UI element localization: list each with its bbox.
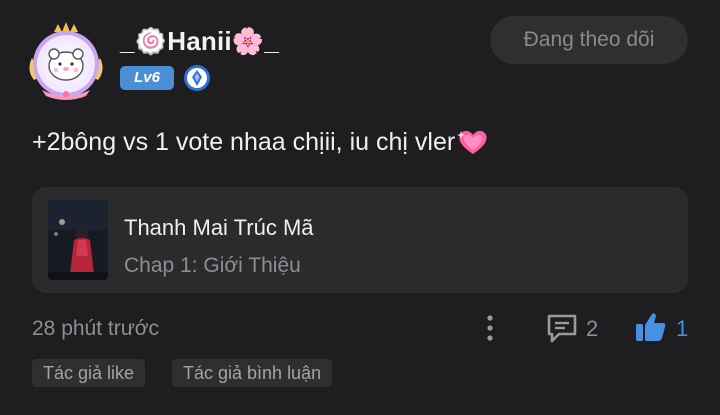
- story-chapter: Chap 1: Giới Thiệu: [124, 254, 301, 277]
- username[interactable]: _🍥Hanii🌸_: [120, 26, 279, 57]
- more-vertical-icon[interactable]: [480, 312, 500, 344]
- comment-icon: [547, 314, 577, 343]
- avatar[interactable]: [24, 20, 108, 104]
- story-card[interactable]: Thanh Mai Trúc Mã Chap 1: Giới Thiệu: [32, 187, 688, 293]
- reply-count: 2: [586, 316, 599, 341]
- avatar-frame-icon: [29, 22, 103, 100]
- sparkling-heart-icon: [457, 130, 487, 154]
- thumbs-up-icon: [636, 313, 666, 341]
- story-title: Thanh Mai Trúc Mã: [124, 215, 314, 240]
- timestamp: 28 phút trước: [32, 317, 160, 340]
- tag-author-comment[interactable]: Tác giả bình luận: [172, 359, 333, 387]
- following-button[interactable]: Đang theo dõi: [490, 16, 688, 64]
- comment-body: +2bông vs 1 vote nhaa chịii, iu chị vler: [32, 128, 456, 156]
- like-count: 1: [676, 316, 689, 341]
- story-thumbnail: [48, 200, 108, 280]
- tag-author-like[interactable]: Tác giả like: [32, 359, 146, 387]
- diamond-rank-icon: [184, 65, 210, 91]
- level-badge: Lv6: [120, 66, 174, 90]
- comment-text: +2bông vs 1 vote nhaa chịii, iu chị vler: [32, 128, 489, 157]
